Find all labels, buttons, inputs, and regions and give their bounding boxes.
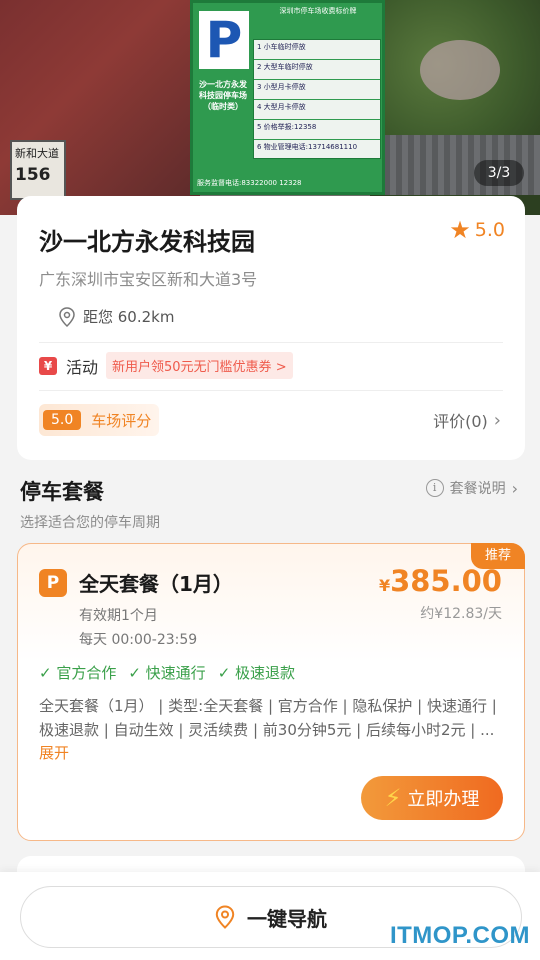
parking-sign-row: 4 大型月卡停放 [254, 100, 380, 120]
package-name: 全天套餐（1月） [79, 572, 233, 596]
reviews-label: 评价(0) [433, 412, 488, 431]
star-icon: ★ [449, 216, 471, 244]
distance-text: 距您 60.2km [83, 308, 175, 326]
package-card[interactable]: 推荐 P 全天套餐（1月） ¥ 385.00 约¥12.83/天 有效期1个月 … [17, 543, 525, 841]
price-currency: ¥ [378, 576, 391, 595]
parking-address: 广东深圳市宝安区新和大道3号 [39, 270, 258, 289]
package-description: 全天套餐（1月） | 类型:全天套餐 | 官方合作 | 隐私保护 | 快速通行 … [39, 697, 497, 739]
photo-blossom [420, 40, 500, 100]
street-plate-name: 新和大道 [15, 147, 59, 160]
location-pin-icon [215, 905, 235, 929]
score-label: 车场评分 [91, 411, 152, 430]
watermark-logo: ITMOP.COM [389, 922, 530, 949]
activity-row[interactable]: ¥ 活动 新用户领50元无门槛优惠券 > [39, 352, 293, 379]
distance-row: 距您 60.2km [59, 306, 174, 327]
price-amount: 385.00 [390, 564, 502, 598]
parking-sign-side-title: 沙一北方永发科技园停车场（临时类） [199, 80, 247, 112]
feature-official: ✓ 官方合作 [39, 664, 117, 682]
photo-parking-sign: P 深圳市停车场收费标价牌 沙一北方永发科技园停车场（临时类） 1 小车临时停放… [190, 0, 385, 195]
expand-link[interactable]: 展开 [39, 742, 69, 763]
chevron-right-icon: › [511, 478, 518, 498]
package-help-link[interactable]: i 套餐说明 › [425, 478, 518, 498]
rating: ★ 5.0 [449, 218, 505, 242]
package-help-label: 套餐说明 [449, 481, 506, 497]
package-validity: 有效期1个月 [79, 608, 158, 624]
location-pin-icon [59, 306, 75, 327]
apply-now-button[interactable]: ⚡ 立即办理 [361, 776, 503, 820]
image-counter: 3/3 [474, 160, 524, 186]
chevron-right-icon: › [493, 409, 501, 431]
navigate-label: 一键导航 [247, 906, 327, 931]
activity-label: 活动 [66, 357, 99, 377]
parking-score-tag: 5.0 车场评分 [39, 404, 160, 436]
parking-sign-header: 深圳市停车场收费标价牌 [279, 7, 357, 15]
package-price: ¥ 385.00 [379, 564, 502, 598]
parking-name: 沙一北方永发科技园 [39, 228, 255, 256]
info-icon: i [425, 479, 444, 497]
reviews-link[interactable]: 评价(0) › [433, 408, 501, 432]
price-per-day: 约¥12.83/天 [420, 606, 502, 622]
apply-now-label: 立即办理 [407, 789, 480, 810]
coupon-link[interactable]: 新用户领50元无门槛优惠券 > [106, 352, 293, 379]
parking-sign-p: P [199, 11, 249, 69]
street-plate-number: 156 [15, 164, 51, 185]
package-features: ✓ 官方合作 ✓ 快速通行 ✓ 极速退款 [39, 662, 307, 683]
section-title: 停车套餐 [20, 480, 104, 504]
divider [39, 390, 503, 391]
parking-p-icon: P [39, 569, 67, 597]
section-subtitle: 选择适合您的停车周期 [20, 515, 160, 531]
parking-sign-row: 5 价格举报:12358 [254, 120, 380, 140]
rating-value: 5.0 [474, 219, 505, 241]
photo-street-plate: 新和大道 156 [10, 140, 66, 200]
feature-fast-pass: ✓ 快速通行 [128, 664, 206, 682]
parking-sign-row: 2 大型车临时停放 [254, 60, 380, 80]
score-value: 5.0 [43, 410, 82, 430]
parking-sign-table: 1 小车临时停放 2 大型车临时停放 3 小型月卡停放 4 大型月卡停放 5 价… [253, 39, 381, 160]
package-hours: 每天 00:00-23:59 [79, 632, 198, 648]
parking-sign-row: 1 小车临时停放 [254, 40, 380, 60]
parking-sign-row: 3 小型月卡停放 [254, 80, 380, 100]
divider [39, 342, 503, 343]
coupon-ticket-icon: ¥ [39, 356, 57, 375]
lightning-icon: ⚡ [384, 784, 402, 812]
parking-sign-footer: 服务监督电话:83322000 12328 [197, 178, 302, 187]
feature-fast-refund: ✓ 极速退款 [217, 664, 296, 682]
parking-sign-row: 6 物业管理电话:13714681110 [254, 140, 380, 160]
parking-info-card: 沙一北方永发科技园 ★ 5.0 广东深圳市宝安区新和大道3号 距您 60.2km… [17, 196, 525, 460]
parking-lot-photo[interactable]: 新和大道 156 P 深圳市停车场收费标价牌 沙一北方永发科技园停车场（临时类）… [0, 0, 540, 215]
